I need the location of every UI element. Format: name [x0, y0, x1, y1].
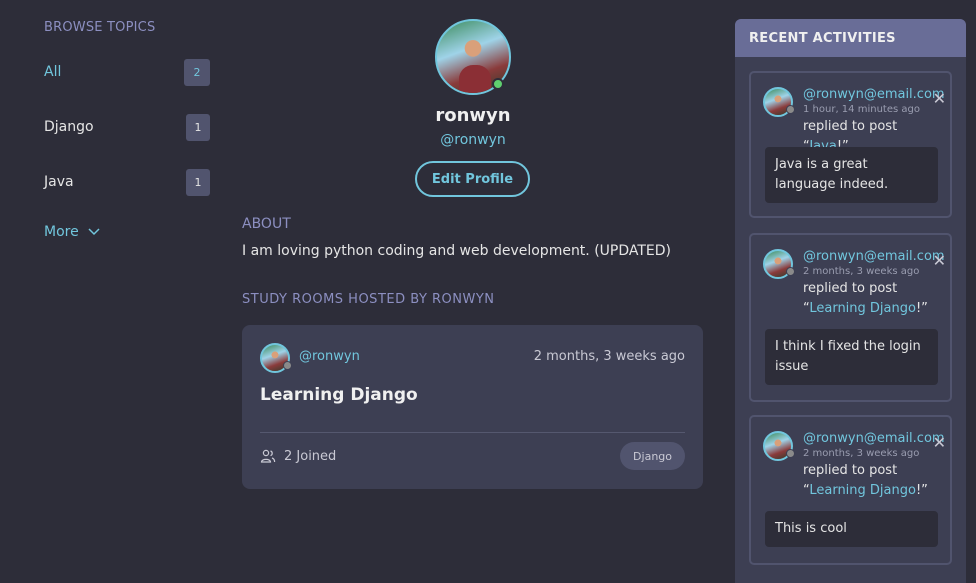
activity-action: replied to post “Learning Django!” — [803, 281, 928, 316]
room-host-link[interactable]: @ronwyn — [299, 349, 360, 364]
topic-django[interactable]: Django 1 — [44, 113, 210, 141]
activity-user-link[interactable]: @ronwyn@email.com — [803, 249, 945, 264]
more-label: More — [44, 224, 79, 240]
room-card: @ronwyn 2 months, 3 weeks ago Learning D… — [242, 325, 703, 489]
online-status-dot — [492, 78, 504, 90]
status-dot — [786, 105, 795, 114]
room-joined: 2 Joined — [260, 448, 336, 464]
activity-user-link[interactable]: @ronwyn@email.com — [803, 87, 945, 102]
activity-post-link[interactable]: Learning Django — [809, 483, 916, 498]
topic-count-badge: 1 — [186, 168, 210, 196]
divider — [260, 432, 685, 433]
close-icon[interactable]: ✕ — [933, 91, 946, 107]
topic-label: Java — [44, 174, 74, 190]
topics-title: BROWSE TOPICS — [44, 20, 156, 35]
activity-time: 2 months, 3 weeks ago — [803, 266, 920, 277]
topic-label: Django — [44, 119, 94, 135]
recent-activities-panel: RECENT ACTIVITIES @ronwyn@email.com 1 ho… — [735, 19, 966, 583]
more-topics-button[interactable]: More — [44, 224, 101, 240]
close-icon[interactable]: ✕ — [933, 253, 946, 269]
room-title-link[interactable]: Learning Django — [260, 385, 418, 405]
chevron-down-icon — [88, 228, 100, 236]
activity-message: Java is a great language indeed. — [765, 147, 938, 203]
topic-count-badge: 2 — [184, 58, 210, 86]
activity-item: @ronwyn@email.com 2 months, 3 weeks ago … — [749, 415, 952, 565]
activity-post-link[interactable]: Learning Django — [809, 301, 916, 316]
topic-count-badge: 1 — [186, 113, 210, 141]
status-dot — [786, 449, 795, 458]
edit-profile-button[interactable]: Edit Profile — [415, 161, 530, 197]
about-title: ABOUT — [242, 216, 291, 232]
close-icon[interactable]: ✕ — [933, 435, 946, 451]
activities-title: RECENT ACTIVITIES — [735, 19, 966, 57]
activity-item: @ronwyn@email.com 1 hour, 14 minutes ago… — [749, 71, 952, 218]
activity-user-link[interactable]: @ronwyn@email.com — [803, 431, 945, 446]
joined-count: 2 Joined — [284, 448, 337, 464]
activity-message: This is cool — [765, 511, 938, 547]
about-text: I am loving python coding and web develo… — [242, 243, 672, 259]
activity-item: @ronwyn@email.com 2 months, 3 weeks ago … — [749, 233, 952, 402]
room-time: 2 months, 3 weeks ago — [533, 349, 685, 364]
users-icon — [260, 449, 276, 463]
profile-handle: @ronwyn — [440, 132, 506, 148]
activity-message: I think I fixed the login issue — [765, 329, 938, 385]
status-dot — [283, 361, 292, 370]
status-dot — [786, 267, 795, 276]
topic-label: All — [44, 64, 62, 80]
topic-all[interactable]: All 2 — [44, 58, 210, 86]
browse-topics: BROWSE TOPICS All 2 Django 1 Java 1 More — [44, 20, 212, 240]
activity-time: 1 hour, 14 minutes ago — [803, 104, 920, 115]
activity-time: 2 months, 3 weeks ago — [803, 448, 920, 459]
study-rooms-title: STUDY ROOMS HOSTED BY RONWYN — [242, 292, 495, 307]
profile-name: ronwyn — [435, 105, 511, 126]
topic-java[interactable]: Java 1 — [44, 168, 210, 196]
activity-action: replied to post “Learning Django!” — [803, 463, 928, 498]
room-topic-tag[interactable]: Django — [620, 442, 685, 470]
